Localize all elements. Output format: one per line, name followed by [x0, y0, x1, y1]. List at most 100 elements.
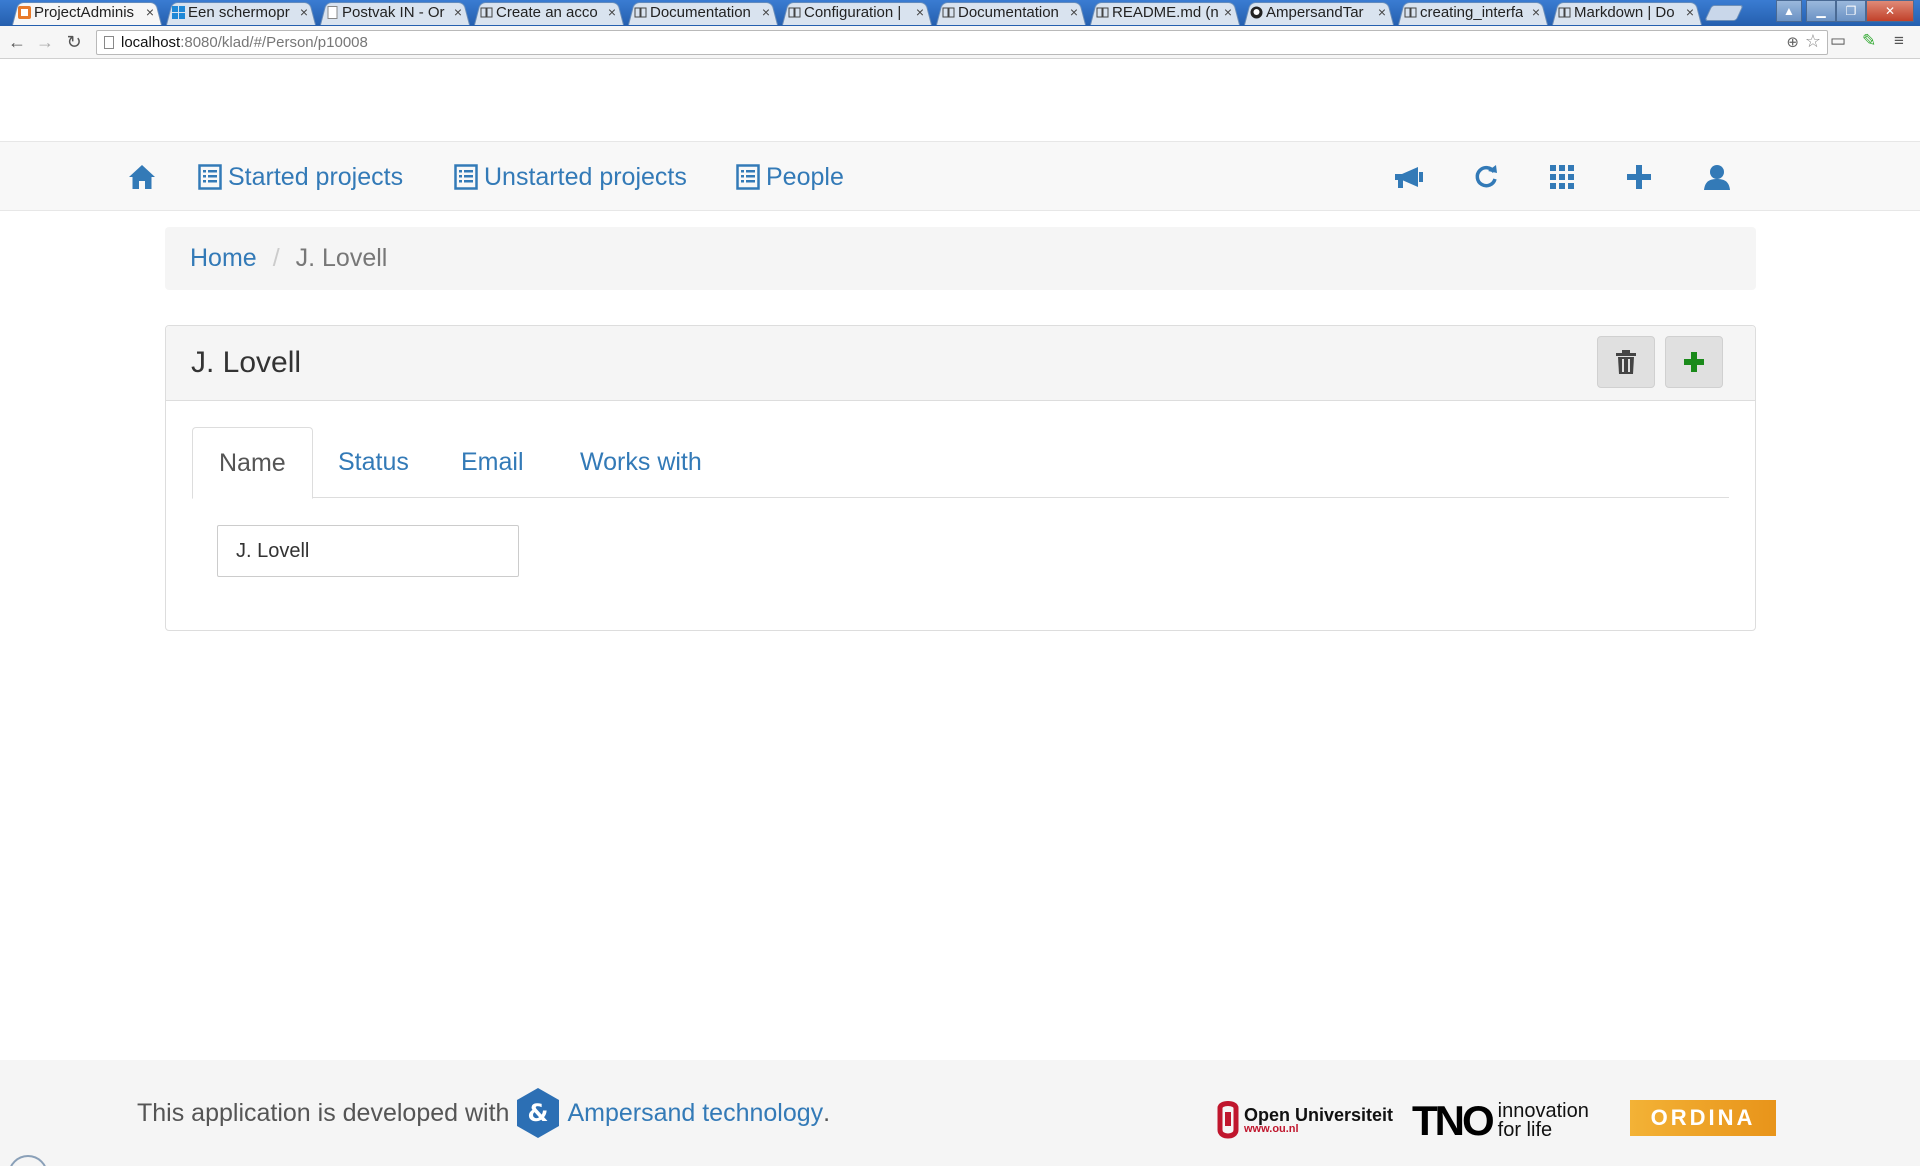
bookmark-star-icon[interactable]: ☆ — [1805, 30, 1821, 53]
tab-label: Postvak IN - Or — [342, 4, 445, 21]
tab-label: Create an acco — [496, 4, 598, 21]
url-host: localhost — [121, 34, 181, 51]
add-new-button[interactable] — [1627, 142, 1651, 212]
tab-close-icon[interactable]: × — [1224, 0, 1232, 25]
tab-email[interactable]: Email — [435, 427, 550, 498]
book-favicon-icon — [942, 7, 955, 18]
cast-icon[interactable]: ▭ — [1830, 31, 1846, 51]
plus-icon — [1684, 352, 1704, 372]
footer-text: This application is developed with — [137, 1098, 510, 1127]
tab-close-icon[interactable]: × — [146, 0, 154, 25]
tab-close-icon[interactable]: × — [1686, 0, 1694, 25]
list-icon — [454, 164, 478, 190]
nav-started-projects[interactable]: Started projects — [198, 142, 403, 212]
tab-close-icon[interactable]: × — [454, 0, 462, 25]
extension-icon[interactable]: ✎ — [1862, 31, 1876, 51]
book-favicon-icon — [788, 7, 801, 18]
ampersand-technology-link[interactable]: Ampersand technology — [567, 1099, 823, 1128]
ordina-logo: ORDINA — [1630, 1100, 1776, 1136]
tab-label: Markdown | Do — [1574, 4, 1675, 21]
refresh-icon — [1475, 165, 1497, 188]
app-navbar: Started projects Unstarted projects Peop… — [0, 141, 1920, 211]
tab-close-icon[interactable]: × — [762, 0, 770, 25]
panel-tabs: Name Status Email Works with — [192, 427, 1729, 499]
tab-name[interactable]: Name — [192, 427, 313, 499]
restore-button[interactable]: ❐ — [1836, 0, 1866, 22]
nav-label: Unstarted projects — [484, 162, 687, 191]
tab-label: ProjectAdminis — [34, 4, 135, 21]
book-favicon-icon — [480, 7, 493, 18]
footer-period: . — [823, 1098, 831, 1127]
browser-tab[interactable]: creating_interfa × — [1398, 0, 1548, 25]
browser-tab[interactable]: Documentation × — [628, 0, 778, 25]
tab-close-icon[interactable]: × — [608, 0, 616, 25]
list-icon — [736, 164, 760, 190]
tab-status[interactable]: Status — [312, 427, 435, 498]
minimize-button[interactable]: ▁ — [1806, 0, 1836, 22]
tab-label: AmpersandTar — [1266, 4, 1364, 21]
window-controls: ▲ ▁ ❐ ✕ — [1776, 0, 1914, 22]
tab-close-icon[interactable]: × — [916, 0, 924, 25]
tab-label: Documentation — [650, 4, 751, 21]
breadcrumb-current: J. Lovell — [295, 244, 388, 272]
nav-label: People — [766, 162, 844, 191]
url-path: :8080/klad/#/Person/p10008 — [180, 34, 368, 51]
ou-mark-icon — [1217, 1101, 1239, 1139]
browser-tab[interactable]: README.md (n × — [1090, 0, 1240, 25]
browser-tab[interactable]: Configuration | × — [782, 0, 932, 25]
back-arrow-icon[interactable]: ← — [6, 32, 28, 53]
name-field[interactable]: J. Lovell — [217, 525, 519, 577]
apps-button[interactable] — [1550, 142, 1574, 212]
forward-arrow-icon[interactable]: → — [34, 32, 56, 53]
refresh-button[interactable] — [1473, 142, 1499, 212]
trash-icon — [1616, 350, 1636, 374]
nav-home[interactable] — [128, 142, 156, 212]
footer-credits: This application is developed with & Amp… — [137, 1060, 830, 1166]
new-tab-button[interactable] — [1704, 5, 1744, 21]
browser-tab[interactable]: AmpersandTar × — [1244, 0, 1394, 25]
ou-url: www.ou.nl — [1244, 1122, 1299, 1135]
tab-close-icon[interactable]: × — [1378, 0, 1386, 25]
tab-close-icon[interactable]: × — [300, 0, 308, 25]
menu-icon[interactable]: ≡ — [1894, 31, 1904, 51]
page-title: J. Lovell — [191, 346, 302, 379]
open-universiteit-logo: Open Universiteit www.ou.nl — [1216, 1100, 1393, 1140]
tno-slogan-line-2: for life — [1497, 1119, 1553, 1141]
delete-button[interactable] — [1597, 336, 1655, 388]
tno-logo: TNO innovation for life — [1412, 1100, 1589, 1142]
tab-close-icon[interactable]: × — [1070, 0, 1078, 25]
add-button[interactable] — [1665, 336, 1723, 388]
browser-toolbar: ← → ↻ localhost:8080/klad/#/Person/p1000… — [0, 26, 1920, 59]
notifications-button[interactable] — [1394, 142, 1424, 212]
ampersand-logo-icon: & — [517, 1088, 560, 1138]
zoom-icon[interactable]: ⊕ — [1786, 31, 1799, 54]
browser-tab[interactable]: Documentation × — [936, 0, 1086, 25]
ou-name: Open Universiteit — [1244, 1104, 1394, 1125]
ampersand-favicon-icon — [18, 6, 31, 19]
nav-people[interactable]: People — [736, 142, 844, 212]
browser-tab-projectadmin[interactable]: ProjectAdminis × — [12, 0, 162, 25]
user-icon — [1704, 165, 1730, 190]
tab-label: creating_interfa — [1420, 4, 1524, 21]
breadcrumb-home-link[interactable]: Home — [190, 244, 257, 272]
svg-text:&: & — [528, 1099, 549, 1127]
plus-icon — [1627, 165, 1651, 189]
close-window-button[interactable]: ✕ — [1866, 0, 1914, 22]
browser-tab[interactable]: Create an acco × — [474, 0, 624, 25]
page-favicon-icon — [327, 6, 338, 19]
breadcrumb: Home / J. Lovell — [165, 227, 1756, 290]
tno-mark: TNO — [1412, 1097, 1495, 1144]
tab-works-with[interactable]: Works with — [554, 427, 728, 498]
grid-icon — [1550, 165, 1574, 189]
browser-tab[interactable]: Een schermopr × — [166, 0, 316, 25]
browser-tab[interactable]: Markdown | Do × — [1552, 0, 1702, 25]
windows-favicon-icon — [172, 6, 185, 19]
nav-unstarted-projects[interactable]: Unstarted projects — [454, 142, 687, 212]
tab-label: Een schermopr — [188, 4, 290, 21]
profile-icon[interactable]: ▲ — [1776, 0, 1802, 22]
address-bar[interactable]: localhost:8080/klad/#/Person/p10008 ⊕ ☆ — [96, 30, 1828, 55]
reload-icon[interactable]: ↻ — [63, 32, 85, 53]
tab-close-icon[interactable]: × — [1532, 0, 1540, 25]
browser-tab[interactable]: Postvak IN - Or × — [320, 0, 470, 25]
user-menu-button[interactable] — [1704, 142, 1730, 212]
